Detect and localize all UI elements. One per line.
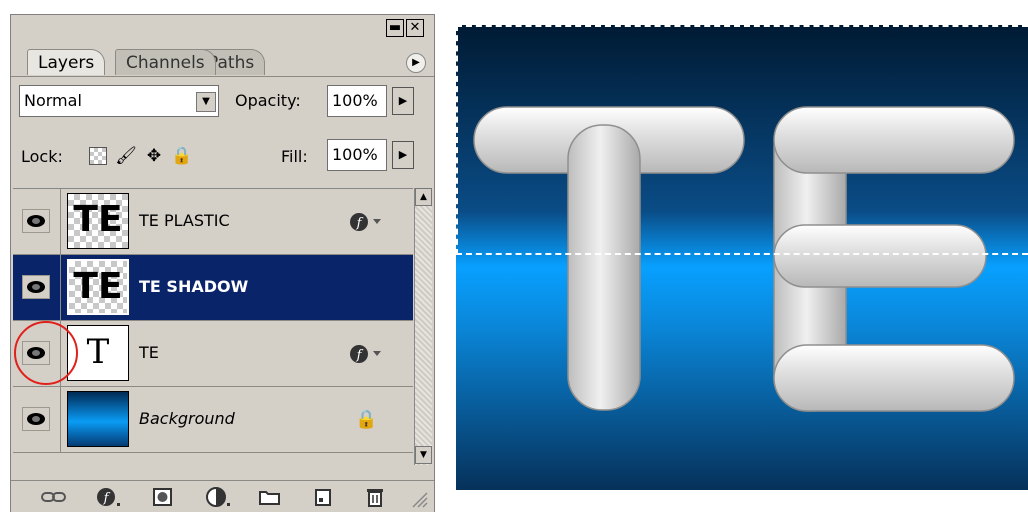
scroll-up-button[interactable]: ▲ [415, 188, 432, 206]
layer-name: Background [139, 409, 235, 428]
blend-mode-value: Normal [24, 91, 82, 110]
document-canvas[interactable] [456, 25, 1028, 490]
new-layer-icon[interactable] [311, 486, 337, 508]
layer-name: TE PLASTIC [139, 211, 230, 230]
lock-image-pixels-icon[interactable]: 🖌 [115, 145, 137, 167]
scroll-down-button[interactable]: ▼ [415, 446, 432, 464]
layer-row-te[interactable]: T TE f [13, 321, 413, 387]
fill-field[interactable]: 100% [327, 139, 387, 171]
blend-mode-select[interactable]: Normal ▼ [19, 85, 219, 117]
layer-list: TE TE PLASTIC f TE TE SHADOW T TE f Back… [13, 188, 413, 466]
visibility-cell [13, 321, 61, 386]
panel-titlebar: ▬ ✕ [11, 15, 434, 41]
fill-label: Fill: [281, 147, 308, 166]
panel-tabs: Paths Channels Layers ▶ [11, 45, 434, 77]
layer-effects-icon[interactable]: f [347, 341, 381, 367]
opacity-field[interactable]: 100% [327, 85, 387, 117]
tab-layers[interactable]: Layers [27, 49, 106, 75]
thumbnail-text: TE [73, 266, 123, 307]
layers-panel: ▬ ✕ Paths Channels Layers ▶ Normal ▼ Opa… [10, 14, 435, 512]
panel-bottom-toolbar: f [11, 480, 434, 512]
lock-transparent-pixels-icon[interactable] [87, 145, 109, 167]
folder-icon[interactable] [257, 486, 283, 508]
layer-list-scrollbar[interactable]: ▲ ▼ [414, 188, 432, 465]
layer-row-background[interactable]: Background 🔒 [13, 387, 413, 453]
tab-divider [11, 76, 434, 77]
chevron-down-icon[interactable]: ▼ [196, 92, 216, 112]
opacity-value: 100% [332, 91, 378, 110]
eye-icon[interactable] [22, 275, 50, 299]
lock-position-icon[interactable]: ✥ [143, 145, 165, 167]
resize-grip-icon[interactable] [409, 489, 435, 511]
layer-thumbnail: TE [67, 259, 129, 315]
opacity-label: Opacity: [235, 91, 301, 110]
lock-label: Lock: [21, 147, 63, 166]
layer-name: TE SHADOW [139, 277, 249, 296]
layer-name: TE [139, 343, 159, 362]
close-button[interactable]: ✕ [406, 19, 424, 37]
visibility-cell [13, 189, 61, 254]
text-layer-icon: T [86, 332, 110, 372]
trash-icon[interactable] [363, 486, 389, 508]
layer-row-te-shadow[interactable]: TE TE SHADOW [13, 255, 413, 321]
visibility-cell [13, 387, 61, 452]
layer-thumbnail [67, 391, 129, 447]
link-layers-icon[interactable] [39, 486, 66, 508]
fill-value: 100% [332, 145, 378, 164]
eye-icon[interactable] [22, 341, 50, 365]
selection-marquee [456, 25, 1028, 255]
visibility-cell [13, 255, 61, 320]
lock-icon: 🔒 [355, 409, 378, 430]
panel-menu-button[interactable]: ▶ [406, 53, 426, 73]
add-layer-style-icon[interactable]: f [95, 486, 121, 508]
layer-row-te-plastic[interactable]: TE TE PLASTIC f [13, 189, 413, 255]
opacity-slider-button[interactable]: ▶ [392, 87, 414, 115]
layer-thumbnail: TE [67, 193, 129, 249]
eye-icon[interactable] [22, 407, 50, 431]
thumbnail-text: TE [73, 199, 123, 240]
text-layer-thumbnail: T [67, 325, 129, 381]
add-mask-icon[interactable] [151, 486, 177, 508]
lock-all-icon[interactable]: 🔒 [171, 145, 193, 167]
minimize-button[interactable]: ▬ [386, 19, 404, 37]
eye-icon[interactable] [22, 209, 50, 233]
fill-slider-button[interactable]: ▶ [392, 141, 414, 169]
layer-effects-icon[interactable]: f [347, 209, 381, 235]
tab-channels[interactable]: Channels [115, 49, 216, 75]
adjustment-layer-icon[interactable] [205, 486, 231, 508]
